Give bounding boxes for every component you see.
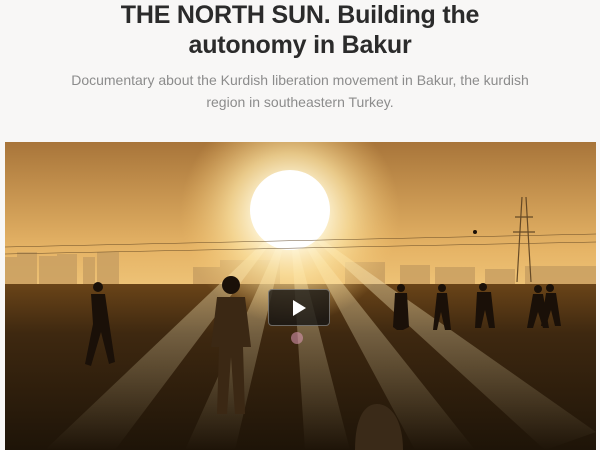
play-icon	[293, 300, 306, 316]
video-player[interactable]	[5, 142, 596, 450]
page-subtitle: Documentary about the Kurdish liberation…	[71, 72, 529, 110]
page-title: THE NORTH SUN. Building the autonomy in …	[120, 1, 480, 59]
play-button[interactable]	[268, 289, 330, 326]
